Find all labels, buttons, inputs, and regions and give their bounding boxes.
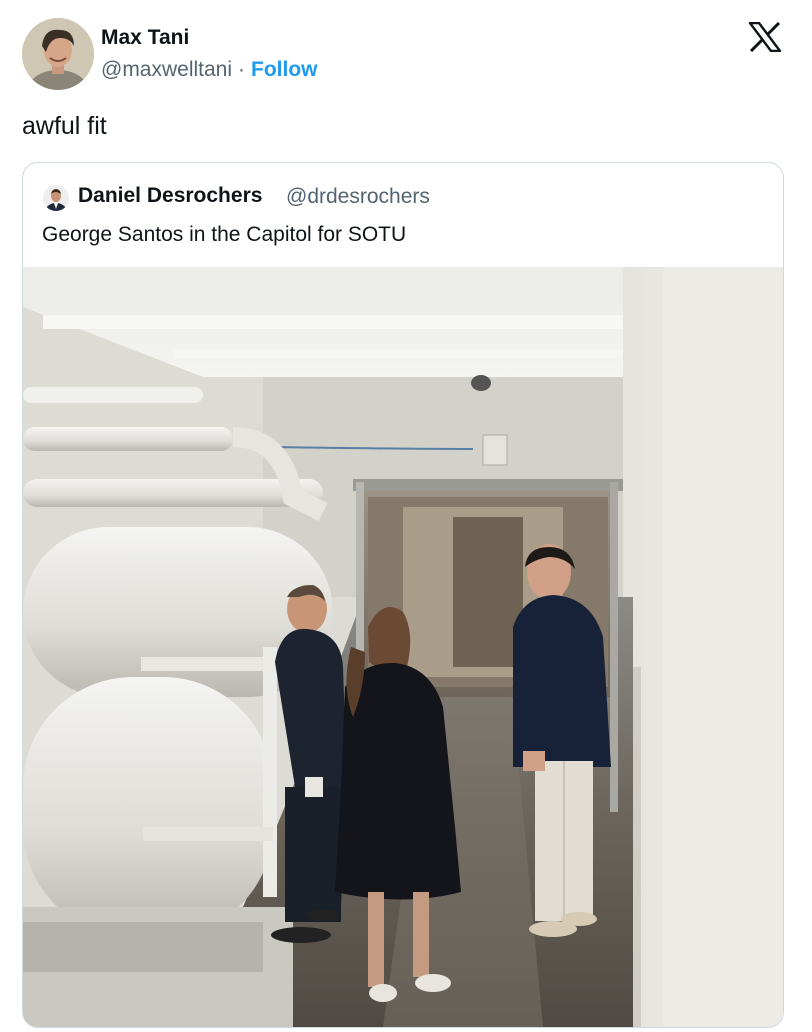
- quoted-tweet-photo[interactable]: [23, 267, 783, 1027]
- tweet-text: awful fit: [22, 112, 107, 140]
- meta-separator: ·: [238, 58, 246, 81]
- author-meta: @maxwelltani · Follow: [101, 58, 318, 82]
- quoted-author-handle: @drdesrochers: [286, 185, 430, 208]
- tweet-card: Max Tani @maxwelltani · Follow awful fit D…: [0, 0, 812, 1032]
- author-name[interactable]: Max Tani: [101, 26, 189, 50]
- quoted-author-avatar: [43, 185, 69, 211]
- author-avatar[interactable]: [22, 18, 94, 90]
- follow-button[interactable]: Follow: [251, 58, 318, 81]
- quoted-author-name: Daniel Desrochers: [78, 184, 263, 207]
- quoted-tweet[interactable]: Daniel Desrochers @drdesrochers George S…: [22, 162, 784, 1028]
- x-logo-icon[interactable]: [748, 21, 782, 53]
- quoted-tweet-text: George Santos in the Capitol for SOTU: [42, 223, 407, 246]
- author-handle[interactable]: @maxwelltani: [101, 58, 232, 81]
